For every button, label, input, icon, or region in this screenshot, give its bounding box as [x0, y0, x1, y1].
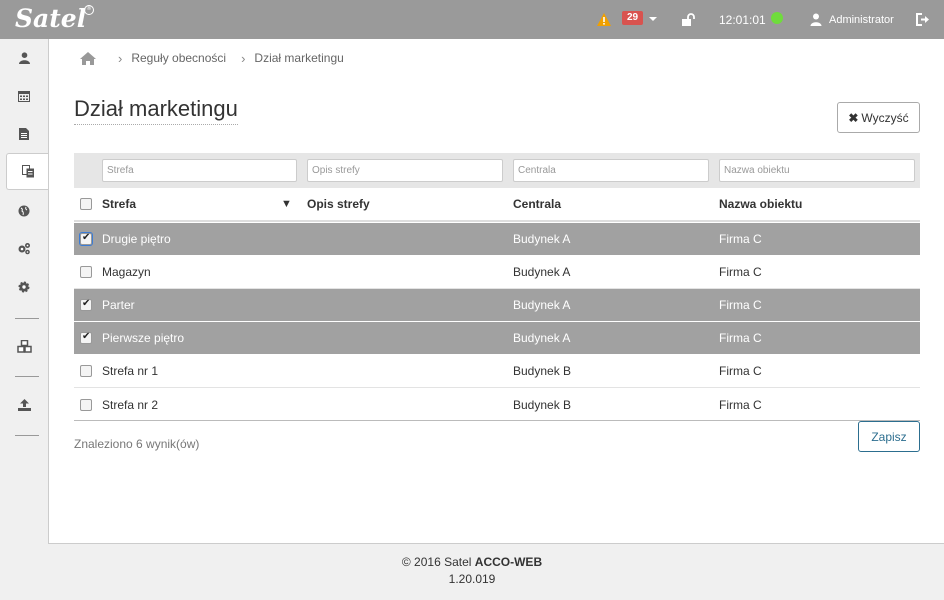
cell-centrala: Budynek B [513, 397, 572, 412]
cell-obiekt: Firma C [719, 397, 762, 412]
cell-strefa: Parter [102, 298, 135, 312]
upload-icon [17, 398, 31, 411]
cell-obiekt: Firma C [719, 364, 762, 378]
sidebar-item-settings[interactable] [0, 268, 48, 305]
table-row[interactable]: Strefa nr 2 Budynek B Firma C [74, 388, 920, 421]
sidebar-item-modules[interactable] [0, 328, 48, 365]
header-strefa[interactable]: Strefa [102, 188, 136, 220]
cell-obiekt: Firma C [719, 331, 762, 345]
filter-row [74, 153, 920, 188]
chevron-right-icon: › [118, 50, 123, 66]
strefa-filter-input[interactable] [102, 159, 297, 182]
breadcrumb-presence-rules[interactable]: Reguły obecności [131, 51, 226, 65]
save-button[interactable]: Zapisz [858, 421, 920, 452]
gear-icon [18, 281, 30, 292]
chevron-down-icon[interactable] [649, 17, 657, 21]
row-checkbox[interactable] [80, 266, 92, 278]
opis-strefy-filter-input[interactable] [307, 159, 503, 182]
sidebar [0, 39, 49, 544]
sidebar-item-presence-rules[interactable] [6, 153, 49, 190]
cubes-icon [16, 340, 32, 353]
cell-centrala: Budynek A [513, 298, 571, 312]
table-header: Strefa ▼ Opis strefy Centrala Nazwa obie… [74, 188, 920, 222]
copy-documents-icon [21, 165, 34, 178]
cell-centrala: Budynek A [513, 232, 571, 246]
cell-obiekt: Firma C [719, 265, 762, 279]
table-divider [74, 420, 920, 421]
select-all-checkbox[interactable] [80, 198, 92, 210]
row-checkbox[interactable] [80, 298, 92, 311]
calendar-icon [18, 90, 30, 102]
document-icon [19, 127, 29, 140]
sidebar-divider [15, 318, 39, 319]
table-row[interactable]: Parter Budynek A Firma C [74, 289, 920, 322]
warning-icon[interactable] [596, 0, 612, 39]
globe-icon [18, 205, 30, 216]
row-checkbox[interactable] [80, 365, 92, 377]
header-nazwa-obiektu[interactable]: Nazwa obiektu [719, 188, 802, 220]
row-checkbox[interactable] [80, 398, 92, 411]
user-icon [18, 51, 30, 64]
main-panel: › Reguły obecności › Dział marketingu Dz… [48, 39, 944, 544]
user-name[interactable]: Administrator [829, 0, 894, 39]
nazwa-obiektu-filter-input[interactable] [719, 159, 915, 182]
home-icon[interactable] [79, 51, 97, 66]
table-row[interactable]: Magazyn Budynek A Firma C [74, 256, 920, 289]
cell-centrala: Budynek A [513, 265, 571, 279]
sidebar-item-users[interactable] [0, 39, 48, 76]
breadcrumb: › Reguły obecności › Dział marketingu [79, 49, 344, 67]
cell-strefa: Strefa nr 1 [102, 364, 159, 378]
sidebar-item-calendar[interactable] [0, 77, 48, 114]
footer-copyright: © 2016 Satel ACCO-WEB [0, 554, 944, 571]
cell-centrala: Budynek B [513, 364, 572, 378]
unlock-icon[interactable] [681, 0, 695, 39]
cell-strefa: Strefa nr 2 [102, 397, 159, 412]
gears-icon [18, 243, 30, 255]
top-bar: Satel ® 29 12:01:01 Administrator [0, 0, 944, 39]
clock-time: 12:01:01 [719, 12, 766, 27]
results-count: Znaleziono 6 wynik(ów) [74, 437, 200, 451]
sidebar-item-documents[interactable] [0, 115, 48, 152]
cell-centrala: Budynek A [513, 331, 571, 345]
sidebar-divider [15, 376, 39, 377]
alerts-count-badge[interactable]: 29 [622, 11, 644, 25]
breadcrumb-current: Dział marketingu [254, 51, 344, 65]
table-row[interactable]: Drugie piętro Budynek A Firma C [74, 223, 920, 256]
header-centrala[interactable]: Centrala [513, 188, 561, 220]
page-title: Dział marketingu [74, 96, 238, 125]
satel-logo: Satel [15, 4, 87, 33]
row-checkbox[interactable] [80, 331, 92, 344]
table-row[interactable]: Strefa nr 1 Budynek B Firma C [74, 355, 920, 388]
close-icon: ✖ [848, 110, 859, 125]
logout-icon[interactable] [916, 0, 930, 39]
sidebar-item-globe[interactable] [0, 192, 48, 229]
product-name: ACCO-WEB [474, 555, 543, 569]
clear-button-label: Wyczyść [861, 110, 909, 125]
cell-obiekt: Firma C [719, 298, 762, 312]
footer: © 2016 Satel ACCO-WEB 1.20.019 [0, 554, 944, 588]
sidebar-item-configuration[interactable] [0, 230, 48, 267]
cell-strefa: Magazyn [102, 265, 151, 279]
cell-strefa: Drugie piętro [102, 232, 171, 246]
status-indicator [771, 12, 783, 24]
user-icon[interactable] [810, 0, 822, 39]
sidebar-item-upload[interactable] [0, 386, 48, 423]
version: 1.20.019 [448, 572, 496, 586]
header-opis-strefy[interactable]: Opis strefy [307, 188, 370, 220]
registered-mark: ® [84, 5, 94, 15]
clear-button[interactable]: ✖ Wyczyść [837, 102, 920, 133]
chevron-right-icon: › [241, 50, 246, 66]
row-checkbox[interactable] [79, 232, 93, 246]
centrala-filter-input[interactable] [513, 159, 709, 182]
sort-desc-icon[interactable]: ▼ [281, 188, 292, 220]
sidebar-divider [15, 435, 39, 436]
table-row[interactable]: Pierwsze piętro Budynek A Firma C [74, 322, 920, 355]
copyright-text: © 2016 Satel [401, 555, 472, 569]
cell-strefa: Pierwsze piętro [102, 331, 185, 345]
cell-obiekt: Firma C [719, 232, 762, 246]
